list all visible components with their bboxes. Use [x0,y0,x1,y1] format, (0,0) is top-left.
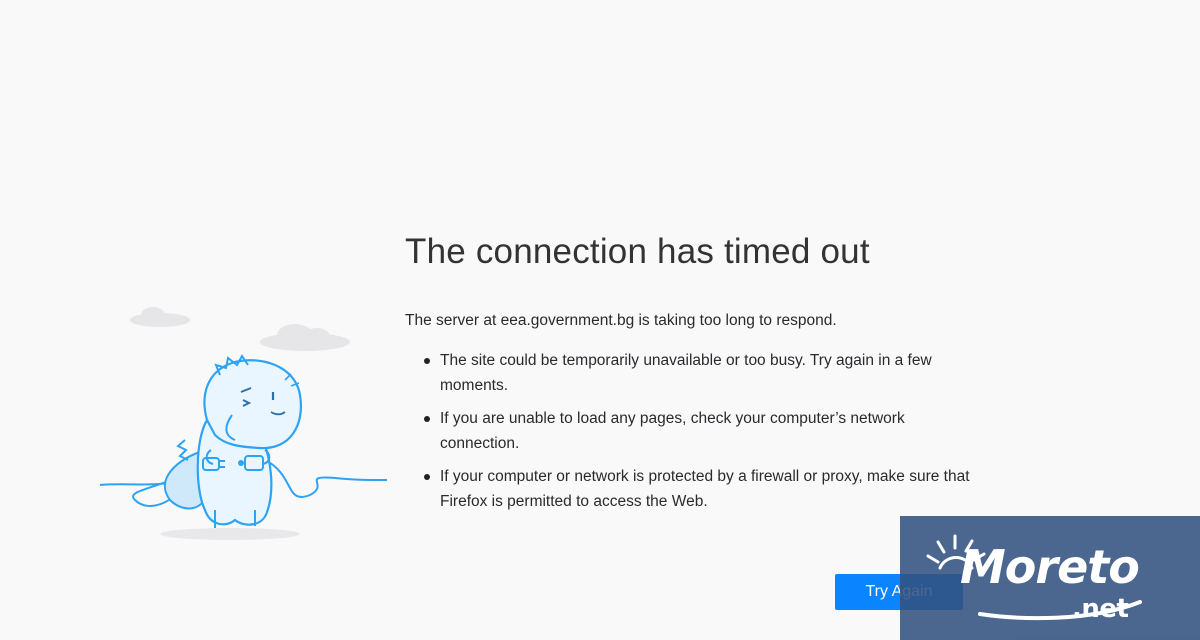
bullet-icon [424,474,430,480]
suggestion-item: If your computer or network is protected… [424,464,970,514]
suggestion-item: The site could be temporarily unavailabl… [424,348,970,398]
suggestion-text: If you are unable to load any pages, che… [440,410,905,452]
suggestion-text: The site could be temporarily unavailabl… [440,352,932,394]
suggestion-item: If you are unable to load any pages, che… [424,406,970,456]
watermark-suffix: .net [1072,594,1129,624]
unplugged-dinosaur-icon [99,307,388,540]
error-page: The connection has timed out The server … [0,0,1200,640]
error-description: The server at eea.government.bg is takin… [405,312,837,329]
bullet-icon [424,416,430,422]
suggestion-text: If your computer or network is protected… [440,468,970,510]
suggestion-list: The site could be temporarily unavailabl… [405,348,985,514]
cloud-icon [130,307,350,351]
watermark-text: Moreto [960,540,1140,594]
watermark-logo: Moreto .net [900,516,1200,640]
bullet-icon [424,358,430,364]
error-content: The connection has timed out The server … [405,232,985,522]
dinosaur-unplugged-illustration [95,300,395,550]
error-title: The connection has timed out [405,232,870,271]
